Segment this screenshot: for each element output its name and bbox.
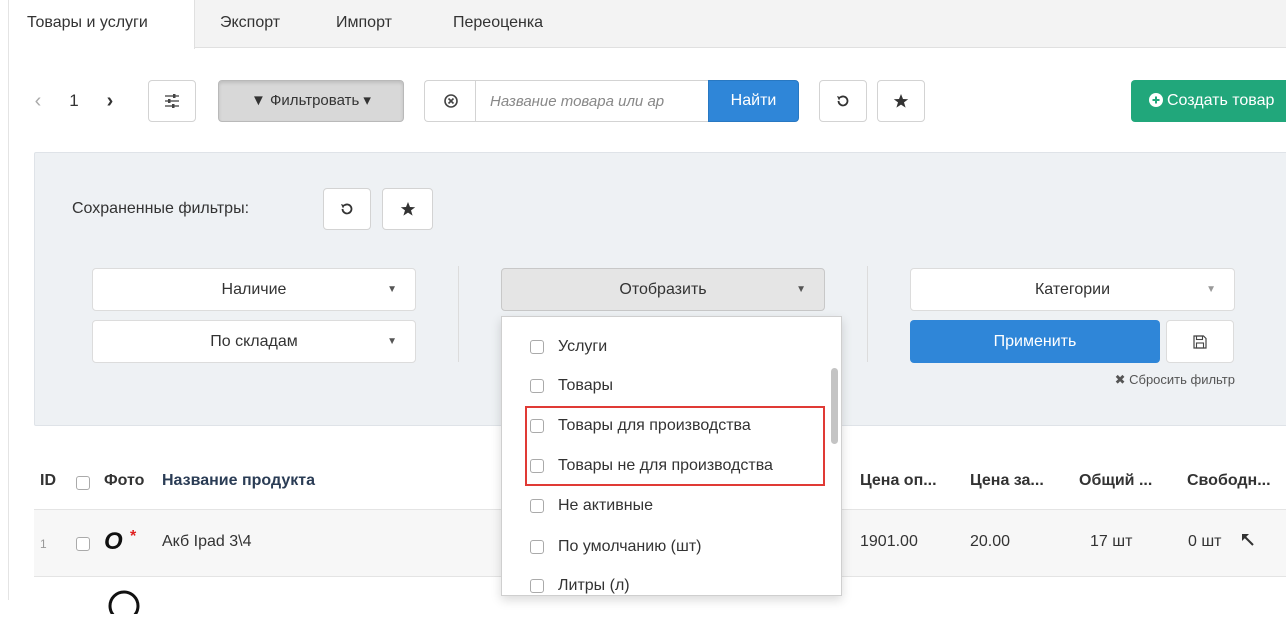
saved-filters-star-button[interactable]	[382, 188, 433, 230]
reset-filter-label: Сбросить фильтр	[1129, 372, 1235, 387]
caret-down-icon: ▼	[1206, 284, 1216, 295]
option-checkbox[interactable]	[530, 579, 544, 593]
create-product-button[interactable]: Создать товар	[1131, 80, 1286, 122]
create-product-label: Создать товар	[1167, 92, 1275, 109]
favorite-button[interactable]	[877, 80, 925, 122]
plus-circle-icon	[1149, 93, 1163, 107]
availability-select-label: Наличие	[221, 281, 287, 298]
caret-down-icon: ▼	[796, 284, 806, 295]
row-product-name[interactable]: Акб Ipad 3\4	[162, 533, 251, 551]
tab-bar: Товары и услуги Экспорт Импорт Переоценк…	[9, 0, 1286, 49]
search-input[interactable]	[475, 80, 710, 122]
column-header-total[interactable]: Общий ...	[1079, 472, 1152, 490]
warehouse-select-label: По складам	[210, 333, 298, 350]
tab-export[interactable]: Экспорт	[220, 0, 280, 48]
dropdown-scrollbar[interactable]	[831, 368, 838, 444]
option-checkbox[interactable]	[530, 540, 544, 554]
tab-products-services[interactable]: Товары и услуги	[9, 0, 195, 49]
column-divider	[458, 266, 459, 362]
dropdown-option-default-pcs[interactable]: По умолчанию (шт)	[530, 536, 701, 558]
option-checkbox[interactable]	[530, 499, 544, 513]
svg-text:*: *	[130, 528, 137, 545]
row-id: 1	[40, 537, 47, 551]
undo-icon	[837, 95, 849, 107]
find-button[interactable]: Найти	[708, 80, 799, 122]
option-label: Литры (л)	[558, 577, 630, 594]
tab-import[interactable]: Импорт	[336, 0, 392, 48]
column-header-free[interactable]: Свободн...	[1187, 472, 1271, 490]
column-header-price-purchase[interactable]: Цена за...	[970, 472, 1044, 490]
highlight-annotation-box	[525, 406, 825, 486]
caret-down-icon: ▼	[387, 336, 397, 347]
dropdown-option-inactive[interactable]: Не активные	[530, 495, 653, 517]
select-all-checkbox[interactable]	[76, 476, 90, 490]
filter-dropdown-button[interactable]: ▼ Фильтровать ▾	[218, 80, 404, 122]
pager-prev-button[interactable]: ‹	[28, 86, 48, 116]
circle-x-icon	[443, 94, 458, 108]
dropdown-option-liters[interactable]: Литры (л)	[530, 575, 630, 595]
caret-down-icon: ▼	[387, 284, 397, 295]
tab-revaluation[interactable]: Переоценка	[453, 0, 543, 48]
column-divider	[867, 266, 868, 362]
pager-page-number: 1	[69, 91, 79, 110]
svg-text:O: O	[104, 528, 123, 555]
row-total: 17 шт	[1090, 533, 1133, 550]
round-logo-icon	[108, 590, 140, 619]
apply-filter-button[interactable]: Применить	[910, 320, 1160, 363]
availability-select[interactable]: Наличие ▼	[92, 268, 416, 311]
option-checkbox[interactable]	[530, 379, 544, 393]
dropdown-option-products[interactable]: Товары	[530, 375, 613, 397]
product-photo[interactable]	[104, 586, 144, 619]
save-filter-button[interactable]	[1166, 320, 1234, 363]
column-header-id[interactable]: ID	[40, 472, 56, 490]
saved-filters-reset-button[interactable]	[323, 188, 371, 230]
settings-button[interactable]	[148, 80, 196, 122]
x-icon: ✖	[1114, 372, 1126, 387]
reset-filter-link[interactable]: ✖ Сбросить фильтр	[1080, 372, 1235, 388]
categories-select[interactable]: Категории ▼	[910, 268, 1235, 311]
row-checkbox[interactable]	[76, 537, 90, 551]
display-select-label: Отобразить	[619, 281, 707, 298]
resize-arrow-icon[interactable]	[1240, 532, 1256, 553]
clear-search-button[interactable]	[424, 80, 476, 122]
option-label: По умолчанию (шт)	[558, 538, 702, 555]
column-header-photo: Фото	[104, 472, 145, 489]
saved-filters-label: Сохраненные фильтры:	[72, 200, 250, 217]
categories-select-label: Категории	[1034, 281, 1111, 298]
reset-view-button[interactable]	[819, 80, 867, 122]
option-checkbox[interactable]	[530, 340, 544, 354]
display-select[interactable]: Отобразить ▼	[501, 268, 825, 311]
column-header-name[interactable]: Название продукта	[162, 472, 315, 490]
row-price-purchase: 20.00	[970, 533, 1011, 550]
row-price-wholesale: 1901.00	[860, 533, 918, 550]
star-icon	[893, 94, 909, 108]
brand-logo-icon: O *	[104, 528, 137, 555]
pager-next-button[interactable]: ›	[100, 86, 120, 116]
page-edge	[0, 0, 9, 600]
warehouse-select[interactable]: По складам ▼	[92, 320, 416, 363]
dropdown-option-services[interactable]: Услуги	[530, 336, 607, 358]
row-free: 0 шт	[1188, 533, 1222, 550]
sliders-icon	[165, 94, 179, 109]
undo-icon	[341, 203, 353, 215]
product-photo[interactable]: O *	[104, 527, 144, 555]
option-label: Не активные	[558, 497, 653, 514]
star-icon	[400, 202, 415, 216]
column-header-price-wholesale[interactable]: Цена оп...	[860, 472, 937, 490]
floppy-disk-icon	[1193, 335, 1207, 349]
